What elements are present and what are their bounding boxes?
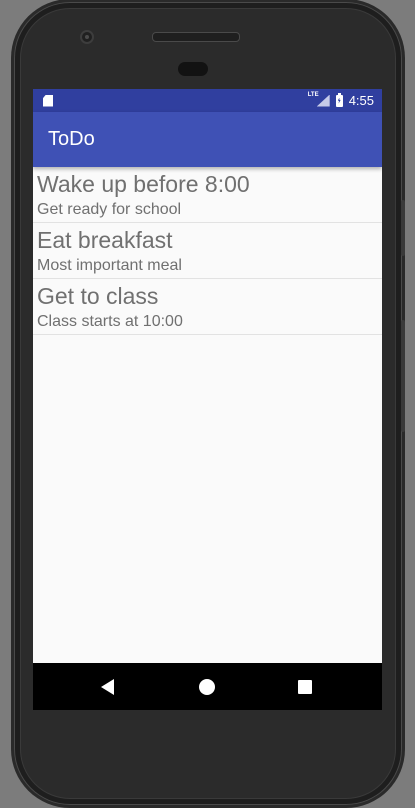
network-type-label: LTE — [307, 91, 319, 98]
todo-subtitle: Get ready for school — [37, 201, 182, 218]
todo-item[interactable]: Eat breakfast Most important meal — [33, 223, 382, 279]
front-camera-icon — [80, 30, 94, 44]
device-screen: LTE 4:55 ToDo Wake up before 8:00 Get re… — [33, 89, 382, 710]
earpiece-speaker — [152, 32, 240, 42]
home-icon — [199, 679, 215, 695]
volume-rocker — [401, 320, 405, 432]
sd-card-icon — [43, 94, 53, 107]
battery-charging-icon — [335, 92, 343, 107]
proximity-sensor — [178, 62, 208, 76]
navigation-bar — [33, 663, 382, 710]
emulator-stage: LTE 4:55 ToDo Wake up before 8:00 Get re… — [0, 0, 415, 808]
app-title: ToDo — [48, 128, 95, 150]
recents-button[interactable] — [295, 677, 315, 697]
lte-signal-icon: LTE — [308, 92, 330, 107]
recents-icon — [298, 680, 312, 694]
home-button[interactable] — [197, 677, 217, 697]
todo-subtitle: Most important meal — [37, 257, 182, 274]
status-indicators: LTE 4:55 — [308, 92, 374, 109]
todo-title: Wake up before 8:00 — [37, 171, 250, 197]
todo-item[interactable]: Get to class Class starts at 10:00 — [33, 279, 382, 335]
status-bar: LTE 4:55 — [33, 89, 382, 112]
todo-item[interactable]: Wake up before 8:00 Get ready for school — [33, 167, 382, 223]
power-button — [401, 200, 405, 256]
back-button[interactable] — [101, 677, 121, 697]
app-toolbar: ToDo — [33, 112, 382, 167]
todo-subtitle: Class starts at 10:00 — [37, 313, 183, 330]
back-icon — [101, 679, 114, 695]
todo-title: Eat breakfast — [37, 227, 173, 253]
status-time: 4:55 — [348, 93, 374, 108]
todo-list: Wake up before 8:00 Get ready for school… — [33, 167, 382, 335]
todo-title: Get to class — [37, 283, 159, 309]
